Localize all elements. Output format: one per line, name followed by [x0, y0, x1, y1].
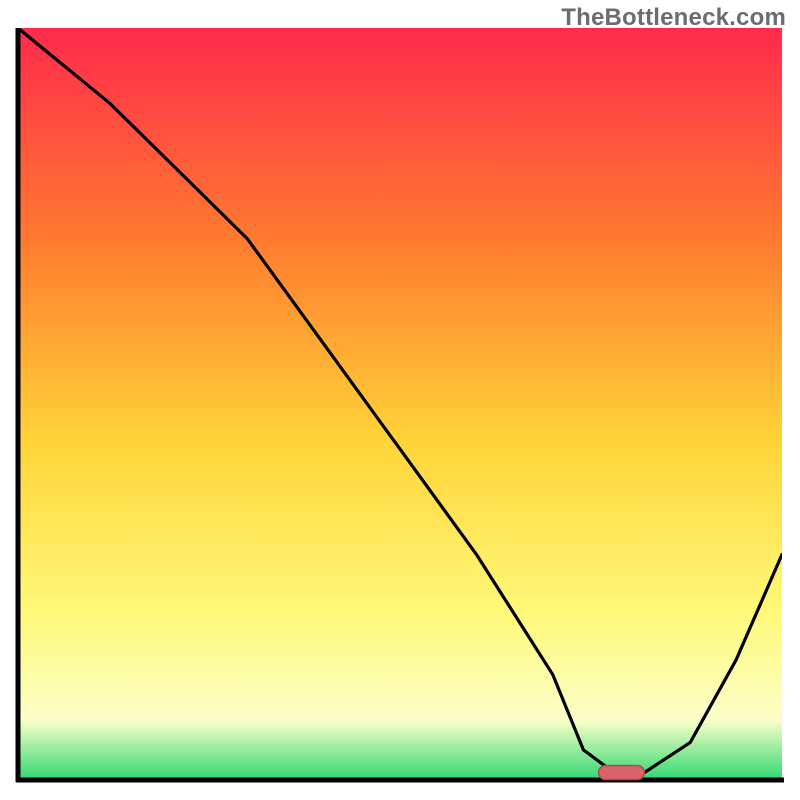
optimal-range-marker: [599, 766, 645, 780]
chart-svg: [14, 28, 786, 786]
plot-area: [14, 28, 786, 786]
chart-stage: TheBottleneck.com: [0, 0, 800, 800]
gradient-background: [18, 28, 782, 780]
